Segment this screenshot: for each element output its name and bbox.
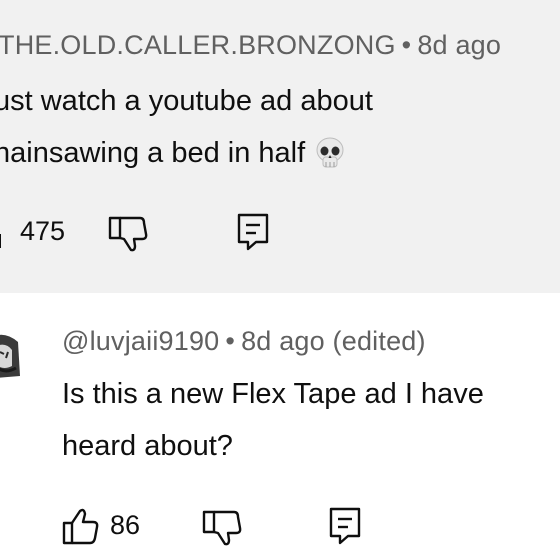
skull-emoji-icon [316, 137, 344, 168]
like-count: 475 [20, 216, 66, 246]
meta-separator: • [401, 30, 412, 60]
comment-line: hainsawing a bed in half [0, 137, 306, 169]
comment-author[interactable]: @luvjaii9190 [62, 326, 219, 356]
comment-line: Is this a new Flex Tape ad I have [62, 378, 484, 410]
reply-icon[interactable] [328, 506, 362, 546]
comment-line: ust watch a youtube ad about [0, 85, 373, 117]
comment-line-with-emoji: hainsawing a bed in half [0, 127, 373, 179]
comment-line: heard about? [62, 430, 233, 462]
comment-text: ust watch a youtube ad about hainsawing … [0, 75, 373, 179]
avatar[interactable] [0, 332, 22, 380]
reply-icon[interactable] [236, 212, 270, 252]
like-icon[interactable] [60, 505, 102, 547]
comment-text: Is this a new Flex Tape ad I have heard … [62, 368, 484, 472]
meta-separator: • [225, 326, 236, 356]
comment-author[interactable]: THE.OLD.CALLER.BRONZONG [0, 30, 396, 60]
dislike-icon[interactable] [200, 508, 246, 548]
like-icon[interactable] [0, 220, 8, 250]
dislike-icon[interactable] [106, 214, 152, 254]
like-count: 86 [110, 510, 141, 540]
comment-time: 8d ago (edited) [241, 326, 426, 356]
comment-highlighted: THE.OLD.CALLER.BRONZONG • 8d ago ust watch… [0, 0, 560, 293]
comment-meta: @luvjaii9190 • 8d ago (edited) [62, 326, 426, 357]
comment-time: 8d ago [417, 30, 502, 60]
comment-meta: THE.OLD.CALLER.BRONZONG • 8d ago [0, 30, 501, 61]
